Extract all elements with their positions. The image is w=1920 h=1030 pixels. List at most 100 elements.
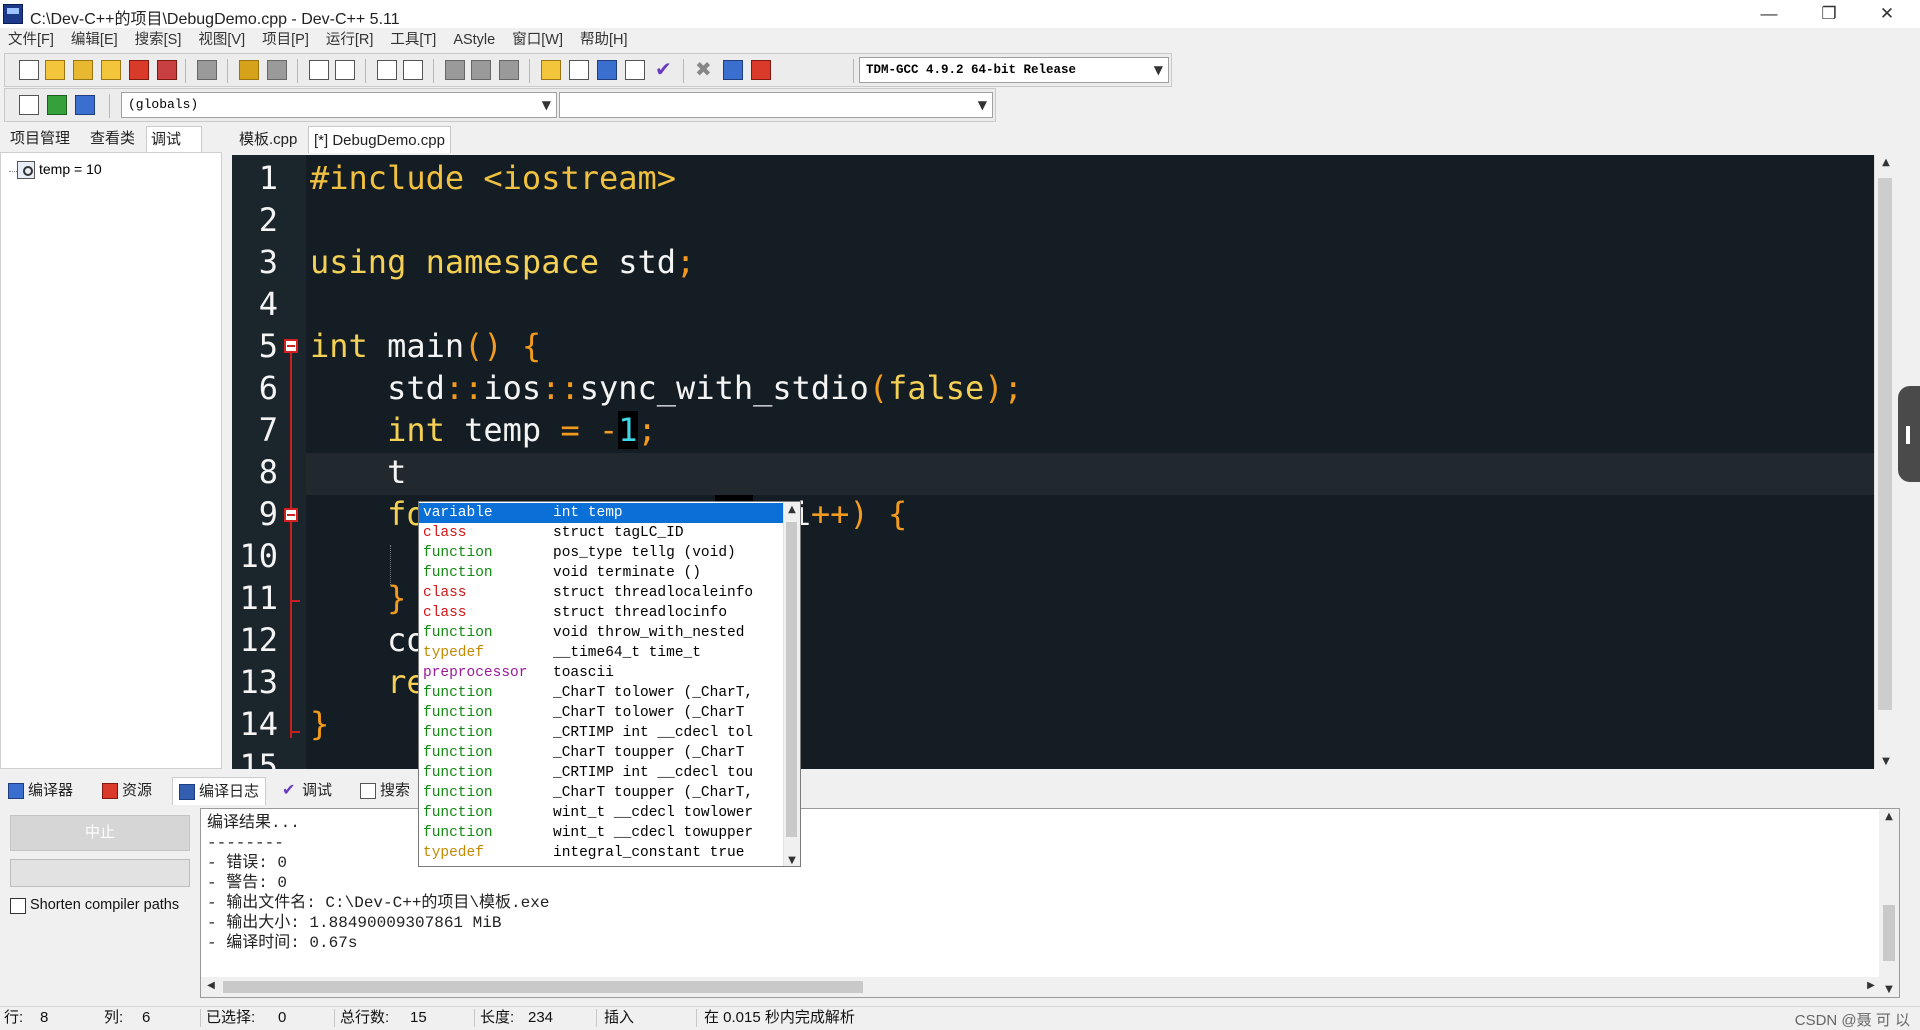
find-icon[interactable] xyxy=(309,60,329,80)
tab-resources[interactable]: 资源 xyxy=(96,777,158,805)
autocomplete-item[interactable]: function void terminate () xyxy=(419,563,783,583)
chart-icon xyxy=(179,784,195,800)
menu-astyle[interactable]: AStyle xyxy=(445,28,504,52)
side-handle[interactable] xyxy=(1898,386,1920,482)
close-button[interactable]: ✕ xyxy=(1858,0,1916,28)
tab-debug[interactable]: 调试 xyxy=(146,126,202,152)
menu-help[interactable]: 帮助[H] xyxy=(572,28,637,52)
menu-view[interactable]: 视图[V] xyxy=(190,28,254,52)
fold-line xyxy=(290,348,292,738)
fold-toggle-icon[interactable] xyxy=(284,508,298,522)
stop-icon[interactable]: ✖ xyxy=(695,60,715,80)
autocomplete-item[interactable]: function wint_t __cdecl towlower xyxy=(419,803,783,823)
syntax-check-icon[interactable]: ✔ xyxy=(655,60,675,80)
autocomplete-item[interactable]: class struct tagLC_ID xyxy=(419,523,783,543)
menu-window[interactable]: 窗口[W] xyxy=(504,28,572,52)
menu-edit[interactable]: 编辑[E] xyxy=(63,28,127,52)
insert-icon[interactable] xyxy=(19,95,39,115)
autocomplete-item-signature: _CRTIMP int __cdecl tou xyxy=(553,765,754,781)
autocomplete-scrollbar-thumb[interactable] xyxy=(786,522,797,837)
autocomplete-scrollbar[interactable]: ▲ ▼ xyxy=(783,502,800,866)
menu-tools[interactable]: 工具[T] xyxy=(382,28,445,52)
code-line: using namespace std; xyxy=(310,243,696,281)
autocomplete-item[interactable]: variable int temp xyxy=(419,503,783,523)
autocomplete-item-signature: int temp xyxy=(553,505,623,521)
autocomplete-item[interactable]: class struct threadlocinfo xyxy=(419,603,783,623)
close-file-icon[interactable] xyxy=(129,60,149,80)
fold-toggle-icon[interactable] xyxy=(284,339,298,353)
abort-button[interactable]: 中止 xyxy=(10,815,190,851)
autocomplete-item[interactable]: function wint_t __cdecl towupper xyxy=(419,823,783,843)
autocomplete-item[interactable]: preprocessor toascii xyxy=(419,663,783,683)
autocomplete-item[interactable]: function _CharT tolower (_CharT, xyxy=(419,683,783,703)
bookmark-prev-icon[interactable] xyxy=(445,60,465,80)
autocomplete-item[interactable]: function _CharT toupper (_CharT, xyxy=(419,783,783,803)
menu-project[interactable]: 项目[P] xyxy=(254,28,318,52)
save-icon[interactable] xyxy=(73,60,93,80)
undo-icon[interactable] xyxy=(239,60,259,80)
shorten-paths-checkbox[interactable] xyxy=(10,898,26,914)
close-all-icon[interactable] xyxy=(157,60,177,80)
replace-icon[interactable] xyxy=(335,60,355,80)
log-vertical-scrollbar[interactable]: ▲ ▼ xyxy=(1879,809,1899,997)
goto-line-icon[interactable] xyxy=(499,60,519,80)
autocomplete-item[interactable]: function _CRTIMP int __cdecl tol xyxy=(419,723,783,743)
tab-compile-log[interactable]: 编译日志 xyxy=(172,777,267,805)
autocomplete-item[interactable]: typedef integral_constant true xyxy=(419,843,783,863)
scope-select[interactable]: (globals) ▼ xyxy=(121,92,557,118)
compile-icon[interactable] xyxy=(541,60,561,80)
log-line: - 错误: 0 xyxy=(207,854,288,872)
tab-class-browser[interactable]: 查看类 xyxy=(86,126,139,152)
tab-debug-output[interactable]: ✔ 调试 xyxy=(276,777,338,805)
open-file-icon[interactable] xyxy=(45,60,65,80)
autocomplete-item-kind: function xyxy=(423,745,493,761)
menu-run[interactable]: 运行[R] xyxy=(318,28,383,52)
log-hscrollbar-thumb[interactable] xyxy=(223,981,863,993)
chevron-down-icon: ▼ xyxy=(977,98,987,112)
editor-scrollbar-thumb[interactable] xyxy=(1878,178,1892,710)
unindent-icon[interactable] xyxy=(403,60,423,80)
minimize-button[interactable]: — xyxy=(1740,0,1798,28)
line-number: 1 xyxy=(258,159,278,197)
menu-search[interactable]: 搜索[S] xyxy=(127,28,191,52)
toggle-bookmark-icon[interactable] xyxy=(75,95,95,115)
log-horizontal-scrollbar[interactable]: ◀ ▶ xyxy=(201,977,1881,997)
autocomplete-popup[interactable]: variable int temp class struct tagLC_ID func… xyxy=(418,501,801,867)
autocomplete-item[interactable]: class struct threadlocaleinfo xyxy=(419,583,783,603)
editor-scrollbar[interactable]: ▲ ▼ xyxy=(1874,155,1896,769)
log-scrollbar-thumb[interactable] xyxy=(1883,905,1895,961)
redo-icon[interactable] xyxy=(267,60,287,80)
menu-file[interactable]: 文件[F] xyxy=(0,28,63,52)
member-select[interactable]: ▼ xyxy=(559,92,993,118)
autocomplete-item[interactable]: function void throw_with_nested xyxy=(419,623,783,643)
new-file-icon[interactable] xyxy=(19,60,39,80)
debug-icon[interactable] xyxy=(751,60,771,80)
bookmark-next-icon[interactable] xyxy=(471,60,491,80)
rebuild-icon[interactable] xyxy=(625,60,645,80)
tab-resources-label: 资源 xyxy=(122,782,153,799)
watch-item[interactable]: temp = 10 xyxy=(17,161,102,180)
autocomplete-item[interactable]: typedef __time64_t time_t xyxy=(419,643,783,663)
tab-debugdemo-cpp[interactable]: [*] DebugDemo.cpp xyxy=(308,126,451,153)
print-icon[interactable] xyxy=(197,60,217,80)
autocomplete-item[interactable]: function _CharT tolower (_CharT xyxy=(419,703,783,723)
compiler-select[interactable]: TDM-GCC 4.9.2 64-bit Release ▼ xyxy=(859,57,1169,83)
save-all-icon[interactable] xyxy=(101,60,121,80)
line-number: 5 xyxy=(258,327,278,365)
run-icon[interactable] xyxy=(569,60,589,80)
autocomplete-item[interactable]: function _CharT toupper (_CharT xyxy=(419,743,783,763)
tab-template-cpp[interactable]: 模板.cpp xyxy=(234,126,302,153)
tab-search-results[interactable]: 搜索 xyxy=(354,777,416,805)
autocomplete-item-kind: class xyxy=(423,605,467,621)
profile-icon[interactable] xyxy=(723,60,743,80)
status-row-label: 行: xyxy=(4,1009,24,1026)
compile-run-icon[interactable] xyxy=(597,60,617,80)
tab-compiler[interactable]: 编译器 xyxy=(2,777,79,805)
indent-icon[interactable] xyxy=(377,60,397,80)
autocomplete-item[interactable]: function pos_type tellg (void) xyxy=(419,543,783,563)
log-line: - 输出大小: 1.88490009307861 MiB xyxy=(207,914,502,932)
autocomplete-item[interactable]: function _CRTIMP int __cdecl tou xyxy=(419,763,783,783)
goto-declaration-icon[interactable] xyxy=(47,95,67,115)
tab-project-manager[interactable]: 项目管理 xyxy=(6,126,74,152)
restore-button[interactable]: ❐ xyxy=(1800,0,1858,28)
